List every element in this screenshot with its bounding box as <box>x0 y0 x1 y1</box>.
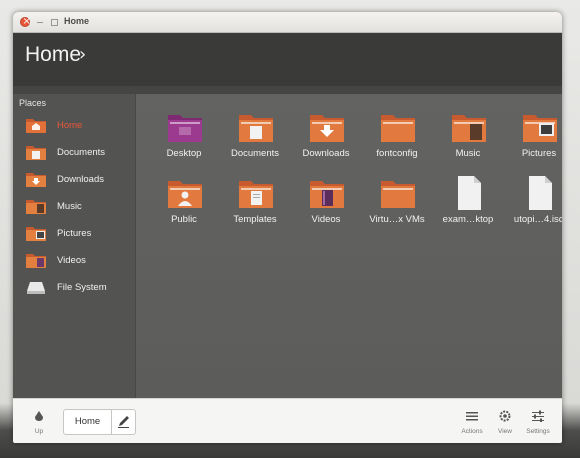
file-item-desktop[interactable]: Desktop <box>150 108 218 170</box>
file-item-documents[interactable]: Documents <box>221 108 289 170</box>
file-item-pictures[interactable]: Pictures <box>505 108 562 170</box>
sidebar-item-label: Pictures <box>57 228 92 239</box>
pencil-icon <box>118 416 129 428</box>
sidebar-item-label: File System <box>57 282 107 293</box>
documents-folder-icon <box>239 115 273 142</box>
public-folder-icon <box>168 181 202 208</box>
file-item-music[interactable]: Music <box>434 108 502 170</box>
file-name: exam…ktop <box>442 214 494 225</box>
file-item-templates[interactable]: Templates <box>221 174 289 236</box>
file-name: Pictures <box>521 148 557 159</box>
edit-path-button[interactable] <box>112 410 135 434</box>
folder-icon <box>381 115 415 142</box>
file-name: Documents <box>230 148 280 159</box>
videos-folder-icon <box>310 181 344 208</box>
file-name: Downloads <box>302 148 350 159</box>
documents-folder-icon <box>26 146 46 160</box>
file-item-utopic-iso[interactable]: utopi…4.iso <box>505 174 562 236</box>
header-divider <box>13 86 562 94</box>
desktop-folder-icon <box>168 115 202 142</box>
file-icon <box>529 176 552 210</box>
videos-folder-icon <box>26 254 46 268</box>
pictures-folder-icon <box>523 115 557 142</box>
maximize-window-button[interactable] <box>49 17 59 27</box>
chevron-right-icon: › <box>79 44 87 65</box>
close-window-button[interactable] <box>20 17 31 27</box>
music-folder-icon <box>452 115 486 142</box>
menu-icon <box>466 412 478 421</box>
sidebar-item-file-system[interactable]: File System <box>13 274 135 301</box>
file-item-public[interactable]: Public <box>150 174 218 236</box>
page-title: Home <box>25 43 82 66</box>
up-arrow-icon <box>35 411 43 421</box>
title-bar: Home <box>13 12 562 33</box>
file-name: Templates <box>233 214 277 225</box>
view-button[interactable]: View <box>495 407 515 437</box>
settings-label: Settings <box>526 428 550 435</box>
file-grid: Desktop Documents Downloads fontconfig M… <box>136 94 562 398</box>
downloads-folder-icon <box>310 115 344 142</box>
window-title: Home <box>64 16 90 26</box>
templates-folder-icon <box>239 181 273 208</box>
downloads-folder-icon <box>26 173 46 187</box>
path-bar: Home <box>63 409 136 435</box>
file-icon <box>458 176 481 210</box>
sliders-icon <box>532 410 544 422</box>
file-item-virtualbox-vms[interactable]: Virtu…x VMs <box>363 174 431 236</box>
music-folder-icon <box>26 200 46 214</box>
home-folder-icon <box>26 119 46 133</box>
up-button[interactable]: Up <box>29 407 49 437</box>
file-manager-window: Home Home › Places Home Documents <box>13 12 562 443</box>
sidebar-item-label: Documents <box>57 147 106 158</box>
file-item-videos[interactable]: Videos <box>292 174 360 236</box>
file-name: utopi…4.iso <box>513 214 562 225</box>
actions-button[interactable]: Actions <box>461 407 483 437</box>
drive-icon <box>27 282 45 294</box>
file-name: Desktop <box>166 148 202 159</box>
minimize-window-button[interactable] <box>35 17 45 27</box>
sidebar-item-downloads[interactable]: Downloads <box>13 166 135 193</box>
file-name: fontconfig <box>376 148 418 159</box>
sidebar-item-pictures[interactable]: Pictures <box>13 220 135 247</box>
sidebar-item-label: Downloads <box>57 174 104 185</box>
sidebar-item-label: Music <box>57 201 82 212</box>
sidebar-item-label: Videos <box>57 255 86 266</box>
gear-icon <box>499 410 511 422</box>
path-segment-home[interactable]: Home <box>64 410 111 434</box>
sidebar-item-music[interactable]: Music <box>13 193 135 220</box>
file-name: Virtu…x VMs <box>369 214 425 225</box>
folder-icon <box>381 181 415 208</box>
up-label: Up <box>34 428 44 435</box>
places-sidebar: Places Home Documents Downloads Music Pi… <box>13 94 136 398</box>
file-name: Videos <box>311 214 341 225</box>
pictures-folder-icon <box>26 227 46 241</box>
sidebar-item-documents[interactable]: Documents <box>13 139 135 166</box>
sidebar-item-label: Home <box>57 120 83 131</box>
settings-button[interactable]: Settings <box>526 407 550 437</box>
places-heading: Places <box>19 98 47 108</box>
file-item-fontconfig[interactable]: fontconfig <box>363 108 431 170</box>
sidebar-item-videos[interactable]: Videos <box>13 247 135 274</box>
page-header: Home › <box>13 33 562 86</box>
bottom-toolbar: Up Home Actions View Settings <box>13 398 562 443</box>
sidebar-item-home[interactable]: Home <box>13 112 135 139</box>
file-item-downloads[interactable]: Downloads <box>292 108 360 170</box>
file-name: Public <box>171 214 197 225</box>
file-item-example-desktop[interactable]: exam…ktop <box>434 174 502 236</box>
file-name: Music <box>455 148 481 159</box>
